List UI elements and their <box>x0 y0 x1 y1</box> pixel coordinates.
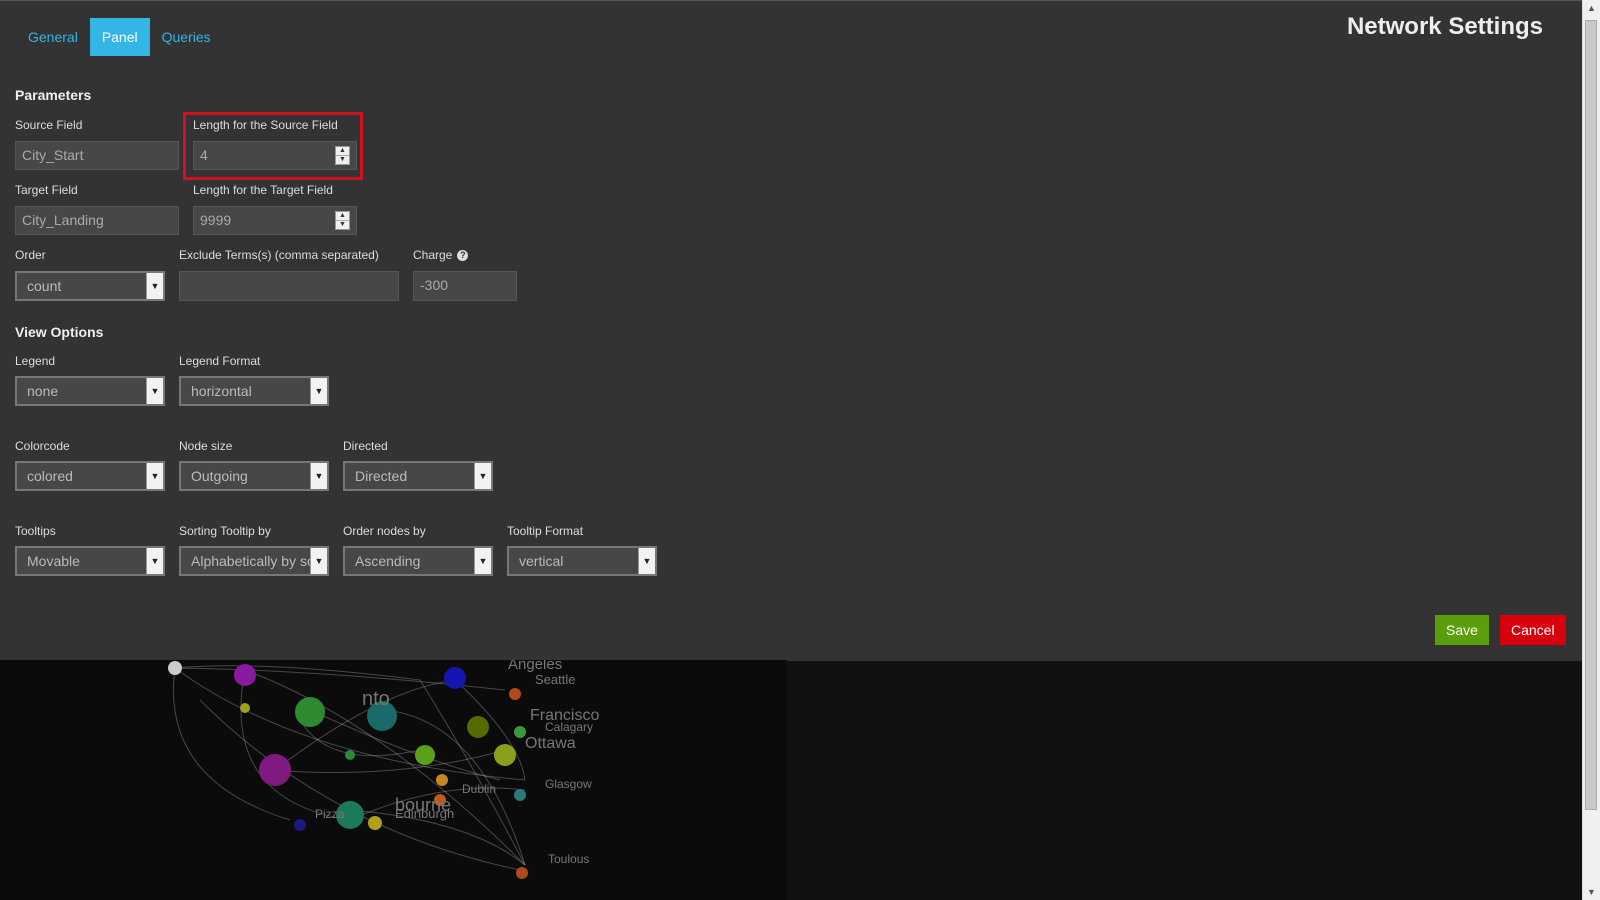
sorting-tooltip-select[interactable]: Alphabetically by source ▼ <box>179 546 329 576</box>
order-nodes-value: Ascending <box>355 553 421 569</box>
graph-node[interactable] <box>514 789 526 801</box>
graph-node[interactable] <box>295 697 325 727</box>
legend-value: none <box>27 383 59 399</box>
graph-label: Dublin <box>462 782 497 796</box>
graph-node[interactable] <box>259 754 291 786</box>
scrollbar-thumb[interactable] <box>1585 20 1597 810</box>
sorting-tooltip-label: Sorting Tooltip by <box>179 524 271 538</box>
graph-node[interactable] <box>415 745 435 765</box>
tooltip-format-value: vertical <box>519 553 564 569</box>
graph-node[interactable] <box>168 661 182 675</box>
target-field-input[interactable]: City_Landing <box>15 206 179 235</box>
chevron-down-icon: ▼ <box>474 548 491 574</box>
spinner-down-icon[interactable]: ▼ <box>336 221 349 229</box>
directed-label: Directed <box>343 439 388 453</box>
target-length-input[interactable]: 9999 ▲ ▼ <box>193 206 357 235</box>
directed-value: Directed <box>355 468 408 484</box>
charge-label-text: Charge <box>413 248 453 262</box>
chevron-down-icon: ▼ <box>474 463 491 489</box>
graph-node[interactable] <box>494 744 516 766</box>
chevron-down-icon: ▼ <box>146 378 163 404</box>
node-size-value: Outgoing <box>191 468 248 484</box>
order-select[interactable]: count ▼ <box>15 271 165 301</box>
graph-node[interactable] <box>240 703 250 713</box>
graph-node[interactable] <box>234 664 256 686</box>
tooltips-select[interactable]: Movable ▼ <box>15 546 165 576</box>
network-graph[interactable]: Angeles Seattle Francisco Calagary Ottaw… <box>0 660 787 900</box>
modal-title: Network Settings <box>1346 13 1543 40</box>
tab-panel[interactable]: Panel <box>89 18 150 56</box>
graph-node[interactable] <box>368 816 382 830</box>
graph-node[interactable] <box>467 716 489 738</box>
graph-nodes <box>168 661 528 879</box>
graph-node[interactable] <box>436 774 448 786</box>
settings-modal: General Panel Queries Network Settings P… <box>0 0 1583 661</box>
order-value: count <box>27 278 62 294</box>
parameters-heading: Parameters <box>15 87 92 103</box>
source-field-input[interactable]: City_Start <box>15 141 179 170</box>
legend-select[interactable]: none ▼ <box>15 376 165 406</box>
chevron-down-icon: ▼ <box>310 463 327 489</box>
tooltips-value: Movable <box>27 553 80 569</box>
tooltips-label: Tooltips <box>15 524 56 538</box>
legend-format-value: horizontal <box>191 383 252 399</box>
charge-label: Charge? <box>413 248 469 262</box>
legend-format-select[interactable]: horizontal ▼ <box>179 376 329 406</box>
chevron-down-icon: ▼ <box>638 548 655 574</box>
network-graph-canvas <box>168 661 528 879</box>
spinner-up-icon[interactable]: ▲ <box>336 212 349 221</box>
scroll-down-icon[interactable]: ▼ <box>1583 884 1600 900</box>
chevron-down-icon: ▼ <box>310 378 327 404</box>
order-label: Order <box>15 248 46 262</box>
tooltip-format-label: Tooltip Format <box>507 524 584 538</box>
graph-node[interactable] <box>345 750 355 760</box>
chevron-down-icon: ▼ <box>146 548 163 574</box>
cancel-button[interactable]: Cancel <box>1500 615 1566 645</box>
view-options-heading: View Options <box>15 324 104 340</box>
charge-input[interactable]: -300 <box>413 271 517 301</box>
graph-label: Ottawa <box>525 735 576 752</box>
tooltip-format-select[interactable]: vertical ▼ <box>507 546 657 576</box>
target-length-label: Length for the Target Field <box>193 183 333 197</box>
order-nodes-select[interactable]: Ascending ▼ <box>343 546 493 576</box>
colorcode-label: Colorcode <box>15 439 70 453</box>
chevron-down-icon: ▼ <box>146 273 163 299</box>
legend-label: Legend <box>15 354 56 368</box>
highlight-box <box>183 112 363 180</box>
chevron-down-icon: ▼ <box>146 463 163 489</box>
colorcode-value: colored <box>27 468 73 484</box>
colorcode-select[interactable]: colored ▼ <box>15 461 165 491</box>
save-button[interactable]: Save <box>1435 615 1489 645</box>
directed-select[interactable]: Directed ▼ <box>343 461 493 491</box>
graph-label: Pizza <box>315 807 345 821</box>
graph-label: Edinburgh <box>395 806 455 821</box>
help-icon[interactable]: ? <box>457 250 469 262</box>
graph-label: Seattle <box>535 672 576 687</box>
graph-node[interactable] <box>294 819 306 831</box>
sorting-tooltip-value: Alphabetically by source <box>191 553 329 569</box>
order-nodes-label: Order nodes by <box>343 524 426 538</box>
tab-general[interactable]: General <box>16 18 90 56</box>
source-field-label: Source Field <box>15 118 83 132</box>
graph-label: Toulous <box>548 852 590 866</box>
graph-node[interactable] <box>509 688 521 700</box>
target-field-label: Target Field <box>15 183 78 197</box>
graph-label: Calagary <box>545 720 594 734</box>
graph-label: Glasgow <box>545 777 592 791</box>
graph-node[interactable] <box>516 867 528 879</box>
scroll-up-icon[interactable]: ▲ <box>1583 0 1600 16</box>
vertical-scrollbar[interactable]: ▲ ▼ <box>1582 0 1600 900</box>
graph-label: nto <box>362 688 390 710</box>
target-length-value: 9999 <box>200 212 232 228</box>
node-size-select[interactable]: Outgoing ▼ <box>179 461 329 491</box>
exclude-label: Exclude Terms(s) (comma separated) <box>179 248 379 262</box>
legend-format-label: Legend Format <box>179 354 261 368</box>
target-length-spinner[interactable]: ▲ ▼ <box>335 211 350 230</box>
tab-bar: General Panel Queries <box>16 18 223 56</box>
tab-queries[interactable]: Queries <box>150 18 223 56</box>
node-size-label: Node size <box>179 439 233 453</box>
chevron-down-icon: ▼ <box>310 548 327 574</box>
exclude-input[interactable] <box>179 271 399 301</box>
graph-node[interactable] <box>444 667 466 689</box>
